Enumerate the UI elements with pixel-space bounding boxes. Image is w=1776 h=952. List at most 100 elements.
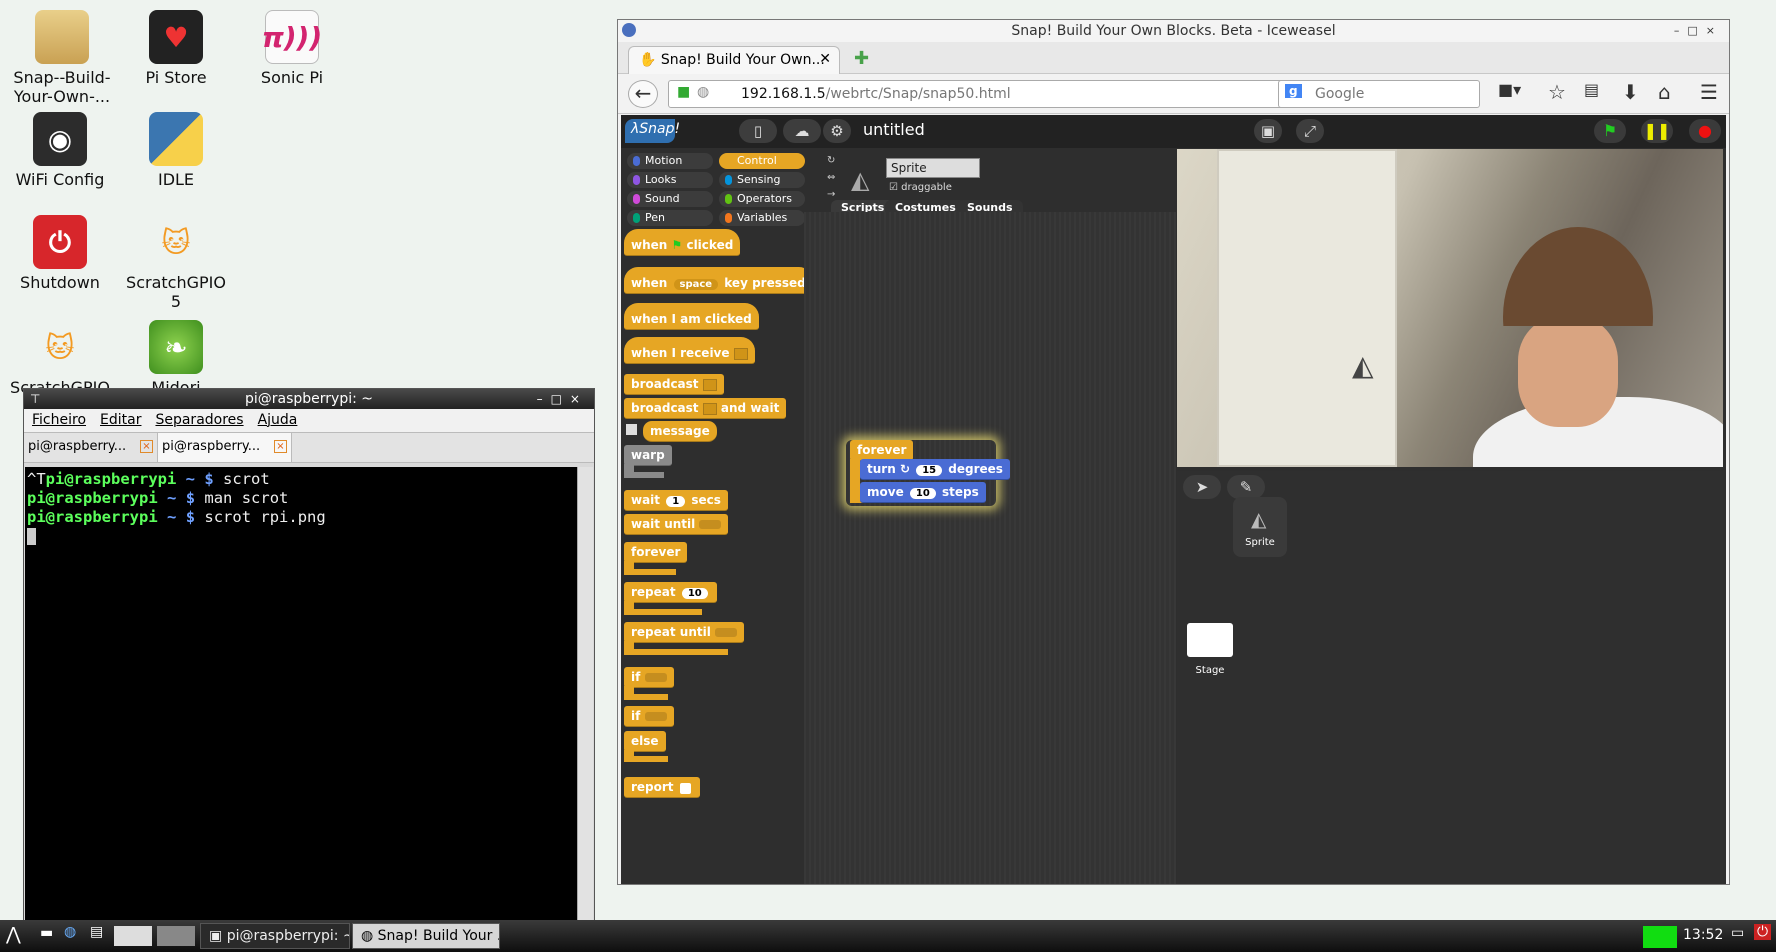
file-manager-icon[interactable]: ▤: [90, 924, 103, 940]
category-label: Motion: [645, 154, 683, 167]
block-when-i-am-clicked[interactable]: when I am clicked: [624, 303, 759, 330]
block-when-i-receive[interactable]: when I receive: [624, 337, 755, 364]
taskbar-item-browser[interactable]: ◍ Snap! Build Your ...: [352, 923, 500, 949]
bookmark-star-icon[interactable]: ☆: [1548, 80, 1566, 108]
taskbar-item-terminal[interactable]: ▣ pi@raspberrypi: ~: [200, 923, 350, 949]
paint-brush-icon[interactable]: ✎: [1227, 475, 1265, 499]
cloud-menu-icon[interactable]: ☁: [783, 119, 821, 143]
block-when-flag-clicked[interactable]: when ⚑ clicked: [624, 229, 741, 256]
snap-logo[interactable]: λSnap!: [625, 119, 680, 143]
pause-icon[interactable]: ❚❚: [1641, 119, 1673, 143]
fullscreen-icon[interactable]: ⤢: [1296, 119, 1324, 143]
block-report[interactable]: report: [624, 777, 701, 798]
category-pen[interactable]: Pen: [627, 210, 713, 226]
desktop-icon-scratchgpio[interactable]: 🐱 ScratchGPIO: [2, 320, 118, 397]
category-operators[interactable]: Operators: [719, 191, 805, 207]
desktop-icon-wifi-config[interactable]: ◉ WiFi Config: [2, 112, 118, 189]
terminal-scrollbar[interactable]: [577, 467, 593, 923]
desktop-icon-midori[interactable]: ❧ Midori: [118, 320, 234, 397]
repeat-until-c-shape: [624, 641, 728, 655]
close-tab-icon[interactable]: ✕: [819, 51, 831, 67]
block-when-key-pressed[interactable]: when space key pressed: [624, 267, 813, 294]
block-broadcast-and-wait[interactable]: broadcast and wait: [624, 398, 787, 419]
block-forever[interactable]: forever: [624, 542, 688, 563]
block-broadcast[interactable]: broadcast: [624, 374, 724, 395]
desktop-pager-icon-2[interactable]: [157, 926, 195, 946]
desktop-icon-sonic-pi[interactable]: π))) Sonic Pi: [234, 10, 350, 87]
url-bar[interactable]: ■ ◍ 192.168.1.5/webrtc/Snap/snap50.html …: [668, 80, 1318, 108]
category-control[interactable]: Control: [719, 153, 805, 169]
scripts-area[interactable]: forever turn ↻ 15 degrees move 10 steps: [804, 212, 1176, 884]
close-tab-icon[interactable]: ×: [140, 440, 153, 453]
window-controls[interactable]: –□×: [537, 389, 588, 409]
scratch-cat-icon: 🐱: [161, 225, 191, 259]
sprite-name-field[interactable]: Sprite: [886, 158, 980, 178]
category-motion[interactable]: Motion: [627, 153, 713, 169]
power-icon[interactable]: ⏻: [1754, 924, 1772, 940]
block-if[interactable]: if: [624, 667, 674, 688]
browser-tab[interactable]: ✋ Snap! Build Your Own... ✕: [628, 46, 840, 74]
message-checkbox[interactable]: [626, 424, 637, 435]
stop-sign-icon[interactable]: ●: [1689, 119, 1721, 143]
menu-ajuda[interactable]: Ajuda: [258, 412, 298, 429]
block-message[interactable]: message: [643, 421, 717, 442]
category-looks[interactable]: Looks: [627, 172, 713, 188]
sprite-tile[interactable]: ◭ Sprite: [1233, 497, 1287, 557]
minimize-all-icon[interactable]: ▬: [40, 925, 53, 941]
terminal-menu-icon[interactable]: ⊤: [30, 389, 40, 409]
window-controls[interactable]: –□×: [1674, 20, 1723, 42]
settings-gear-icon[interactable]: ⚙: [823, 119, 851, 143]
home-icon[interactable]: ⌂: [1658, 80, 1671, 108]
script-forever-block[interactable]: forever: [850, 440, 914, 461]
menu-ficheiro[interactable]: Ficheiro: [32, 412, 86, 429]
file-menu-icon[interactable]: ▯: [739, 119, 777, 143]
terminal-tab[interactable]: pi@raspberry... ×: [158, 433, 292, 462]
green-flag-icon[interactable]: ⚑: [1594, 119, 1626, 143]
clipboard-icon[interactable]: ▤: [1584, 80, 1599, 108]
rotation-style-buttons[interactable]: ↻ ⇔ →: [827, 152, 835, 203]
category-variables[interactable]: Variables: [719, 210, 805, 226]
category-label: Pen: [645, 211, 665, 224]
browser-launcher-icon[interactable]: ◍: [64, 924, 76, 940]
terminal-titlebar[interactable]: ⊤ pi@raspberrypi: ~ –□×: [24, 389, 594, 409]
sprite-info: ↻ ⇔ → ◭ Sprite ☑ draggable Scripts Costume…: [821, 148, 1201, 216]
category-sensing[interactable]: Sensing: [719, 172, 805, 188]
category-sound[interactable]: Sound: [627, 191, 713, 207]
stage-size-icon[interactable]: ▣: [1254, 119, 1282, 143]
menu-editar[interactable]: Editar: [100, 412, 141, 429]
block-wait-secs[interactable]: wait 1 secs: [624, 490, 728, 511]
block-repeat-until[interactable]: repeat until: [624, 622, 745, 643]
desktop-icon-pi-store[interactable]: ♥ Pi Store: [118, 10, 234, 87]
script-move-block[interactable]: move 10 steps: [860, 482, 986, 503]
menu-separadores[interactable]: Separadores: [155, 412, 243, 429]
block-if-else[interactable]: if: [624, 706, 674, 727]
new-tab-icon[interactable]: ✚: [854, 48, 869, 69]
desktop-icon-snap-folder[interactable]: Snap--Build- Your-Own-...: [4, 10, 120, 106]
desktop-icon-idle[interactable]: IDLE: [118, 112, 234, 189]
block-else[interactable]: else: [624, 731, 666, 752]
sprite-arrow-icon[interactable]: ◭: [1352, 349, 1374, 382]
desktop-icon-shutdown[interactable]: ⏻ Shutdown: [2, 215, 118, 292]
block-warp[interactable]: warp: [624, 445, 672, 466]
close-tab-icon[interactable]: ×: [274, 440, 287, 453]
back-arrow-icon[interactable]: ←: [628, 80, 658, 108]
start-menu-icon[interactable]: ⋀: [6, 924, 21, 945]
download-icon[interactable]: ⬇: [1622, 80, 1639, 108]
stage-webcam-view[interactable]: ◭: [1177, 149, 1723, 467]
terminal-tab[interactable]: pi@raspberry... ×: [24, 433, 158, 462]
desktop-icon-scratchgpio5[interactable]: 🐱 ScratchGPIO 5: [118, 215, 234, 311]
browser-titlebar[interactable]: Snap! Build Your Own Blocks. Beta - Icew…: [618, 20, 1729, 42]
terminal-output[interactable]: ^Tpi@raspberrypi ~ $ scrot pi@raspberryp…: [25, 467, 578, 923]
script-turn-block[interactable]: turn ↻ 15 degrees: [860, 459, 1010, 480]
desktop-pager-icon[interactable]: [114, 926, 152, 946]
draggable-checkbox[interactable]: ☑ draggable: [889, 182, 952, 193]
menu-icon[interactable]: ☰: [1700, 80, 1718, 108]
block-wait-until[interactable]: wait until: [624, 514, 729, 535]
arrow-tool-icon[interactable]: ➤: [1183, 475, 1221, 499]
video-icon[interactable]: ■▾: [1498, 80, 1521, 108]
stage-tile[interactable]: Stage: [1187, 623, 1233, 676]
command-text: scrot: [223, 470, 270, 488]
network-icon[interactable]: ▭: [1731, 925, 1744, 941]
search-bar[interactable]: g Google: [1278, 80, 1480, 108]
block-repeat[interactable]: repeat 10: [624, 582, 717, 603]
